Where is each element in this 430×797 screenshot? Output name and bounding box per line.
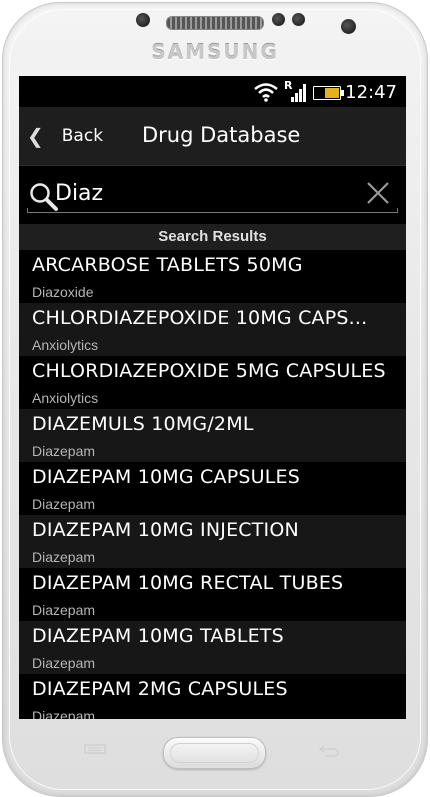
front-camera: [341, 19, 356, 34]
drug-category: Anxiolytics: [32, 337, 99, 353]
screen: R 12:47 ❮ Back Drug Database Search Resu…: [19, 76, 406, 719]
back-key-icon[interactable]: [318, 744, 340, 758]
menu-key-icon[interactable]: [84, 744, 106, 754]
list-item[interactable]: DIAZEPAM 10MG CAPSULES Diazepam: [19, 462, 406, 515]
drug-name: ARCARBOSE TABLETS 50MG: [32, 254, 303, 276]
drug-category: Diazepam: [32, 443, 96, 459]
status-time: 12:47: [345, 82, 397, 103]
search-bar: [19, 166, 406, 223]
list-item[interactable]: ARCARBOSE TABLETS 50MG Diazoxide: [19, 250, 406, 303]
drug-category: Diazepam: [32, 708, 96, 719]
drug-category: Diazepam: [32, 549, 96, 565]
signal-icon: R: [284, 79, 306, 102]
drug-name: DIAZEPAM 10MG INJECTION: [32, 519, 299, 541]
page-title: Drug Database: [142, 123, 301, 147]
drug-category: Diazoxide: [32, 284, 94, 300]
results-list[interactable]: ARCARBOSE TABLETS 50MG Diazoxide CHLORDI…: [19, 250, 406, 719]
list-item[interactable]: DIAZEPAM 10MG RECTAL TUBES Diazepam: [19, 568, 406, 621]
action-bar: ❮ Back Drug Database: [19, 107, 406, 166]
battery-level: [325, 88, 339, 98]
drug-name: DIAZEPAM 10MG RECTAL TUBES: [32, 572, 344, 594]
close-icon[interactable]: [366, 181, 390, 205]
drug-name: CHLORDIAZEPOXIDE 5MG CAPSULES: [32, 360, 386, 382]
list-item[interactable]: CHLORDIAZEPOXIDE 5MG CAPSULES Anxiolytic…: [19, 356, 406, 409]
list-item[interactable]: CHLORDIAZEPOXIDE 10MG CAPS... Anxiolytic…: [19, 303, 406, 356]
drug-category: Diazepam: [32, 496, 96, 512]
search-underline: [27, 208, 398, 213]
proximity-sensor-1: [272, 13, 285, 26]
back-button[interactable]: ❮ Back: [27, 119, 103, 153]
device-brand-logo: SAMSUNG: [151, 40, 279, 64]
drug-name: DIAZEPAM 2MG CAPSULES: [32, 678, 288, 700]
list-item[interactable]: DIAZEPAM 10MG INJECTION Diazepam: [19, 515, 406, 568]
drug-name: CHLORDIAZEPOXIDE 10MG CAPS...: [32, 307, 368, 329]
battery-icon: [313, 86, 344, 100]
back-button-label: Back: [61, 126, 104, 146]
drug-name: DIAZEPAM 10MG TABLETS: [32, 625, 284, 647]
front-sensor: [136, 13, 150, 27]
home-button[interactable]: [163, 737, 266, 769]
drug-category: Anxiolytics: [32, 390, 99, 406]
chevron-left-icon: ❮: [27, 124, 44, 148]
proximity-sensor-2: [292, 13, 305, 26]
drug-name: DIAZEPAM 10MG CAPSULES: [32, 466, 300, 488]
search-input[interactable]: [55, 176, 355, 210]
earpiece-grille: [166, 16, 264, 30]
status-bar: R 12:47: [19, 76, 406, 107]
results-header: Search Results: [19, 224, 406, 250]
wifi-icon: [254, 83, 278, 102]
drug-name: DIAZEMULS 10MG/2ML: [32, 413, 254, 435]
list-item[interactable]: DIAZEPAM 10MG TABLETS Diazepam: [19, 621, 406, 674]
network-label: R: [284, 79, 293, 92]
list-item[interactable]: DIAZEMULS 10MG/2ML Diazepam: [19, 409, 406, 462]
drug-category: Diazepam: [32, 655, 96, 671]
drug-category: Diazepam: [32, 602, 96, 618]
list-item[interactable]: DIAZEPAM 2MG CAPSULES Diazepam: [19, 674, 406, 719]
